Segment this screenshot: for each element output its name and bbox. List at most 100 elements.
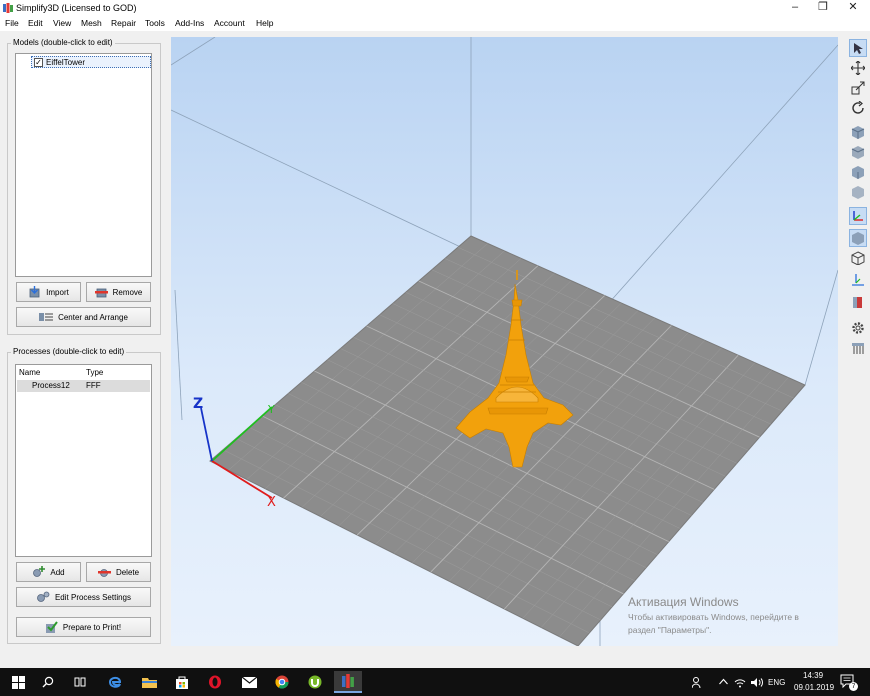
z-axis-label: Z xyxy=(193,396,203,412)
delete-gears-icon xyxy=(97,569,111,577)
simplify3d-logo-icon xyxy=(3,3,13,13)
view-iso-button[interactable] xyxy=(849,123,867,141)
view-side-icon xyxy=(852,166,864,179)
language-indicator[interactable]: ENG xyxy=(768,678,785,687)
simplify3d-app-icon xyxy=(342,674,354,688)
column-header-type[interactable]: Type xyxy=(86,368,103,377)
edge-icon xyxy=(108,676,122,688)
edit-process-settings-button[interactable]: Edit Process Settings xyxy=(16,587,151,607)
delete-label: Delete xyxy=(115,567,140,577)
mail-button[interactable] xyxy=(235,671,263,693)
supports-button[interactable] xyxy=(849,339,867,357)
store-bag-icon xyxy=(176,676,188,689)
x-axis-label: X xyxy=(267,495,276,510)
coordinate-tool[interactable] xyxy=(849,271,867,289)
solid-view-icon xyxy=(852,232,864,245)
delete-process-button[interactable]: Delete xyxy=(86,562,151,582)
list-item[interactable]: ✓ EiffelTower xyxy=(31,56,151,68)
add-label: Add xyxy=(50,567,65,577)
menu-tools[interactable]: Tools xyxy=(145,18,165,28)
clock-time[interactable]: 14:39 xyxy=(803,671,823,680)
utorrent-button[interactable] xyxy=(301,671,329,693)
start-button[interactable] xyxy=(4,671,32,693)
file-explorer-button[interactable] xyxy=(135,671,163,693)
center-and-arrange-button[interactable]: Center and Arrange xyxy=(16,307,151,327)
remove-icon xyxy=(94,288,108,298)
restore-button[interactable]: ❐ xyxy=(808,0,838,17)
view-iso-icon xyxy=(851,126,865,139)
move-tool[interactable] xyxy=(849,59,867,77)
scene-svg[interactable]: Z X Y xyxy=(171,37,838,646)
menu-add-ins[interactable]: Add-Ins xyxy=(175,18,204,28)
view-front-icon xyxy=(851,146,865,159)
rotate-icon xyxy=(852,101,864,114)
people-icon[interactable] xyxy=(692,677,704,688)
scale-tool[interactable] xyxy=(849,79,867,97)
center-and-arrange-label: Center and Arrange xyxy=(58,312,128,322)
windows-logo-icon xyxy=(11,675,25,689)
menu-help[interactable]: Help xyxy=(256,18,273,28)
menu-file[interactable]: File xyxy=(5,18,19,28)
opera-button[interactable] xyxy=(201,671,229,693)
center-arrange-icon xyxy=(39,313,54,321)
windows-activation-line3: раздел "Параметры". xyxy=(628,625,712,635)
model-checkbox[interactable]: ✓ xyxy=(34,58,43,67)
windows-taskbar: ENG 14:39 09.01.2019 7 xyxy=(0,668,870,696)
3d-viewport[interactable]: Z X Y Активация Windows Чтобы активирова… xyxy=(171,37,838,646)
wireframe-view-toggle[interactable] xyxy=(849,249,867,267)
chrome-button[interactable] xyxy=(268,671,296,693)
add-gears-icon xyxy=(33,566,46,577)
prepare-to-print-label: Prepare to Print! xyxy=(62,622,122,632)
axes-icon xyxy=(853,211,863,221)
view-front-button[interactable] xyxy=(849,143,867,161)
task-view-button[interactable] xyxy=(66,671,94,693)
select-tool[interactable] xyxy=(849,39,867,57)
models-list[interactable]: ✓ EiffelTower xyxy=(15,53,152,277)
minimize-button[interactable]: – xyxy=(780,0,810,17)
import-button[interactable]: Import xyxy=(16,282,81,302)
edit-process-settings-label: Edit Process Settings xyxy=(54,592,132,602)
select-arrow-icon xyxy=(854,43,863,54)
wifi-icon[interactable] xyxy=(734,677,746,688)
menu-bar: File Edit View Mesh Repair Tools Add-Ins… xyxy=(0,17,870,31)
import-label: Import xyxy=(46,287,69,297)
gears-icon xyxy=(37,591,50,602)
cross-section-icon xyxy=(853,297,862,308)
rotate-tool[interactable] xyxy=(849,99,867,117)
processes-list[interactable]: Name Type Process12 FFF xyxy=(15,364,152,557)
search-button[interactable] xyxy=(34,671,62,693)
menu-edit[interactable]: Edit xyxy=(28,18,43,28)
store-button[interactable] xyxy=(168,671,196,693)
add-process-button[interactable]: Add xyxy=(16,562,81,582)
volume-icon[interactable] xyxy=(751,677,764,688)
chevron-up-icon[interactable] xyxy=(719,678,728,685)
close-button[interactable]: ✕ xyxy=(838,0,868,17)
settings-button[interactable] xyxy=(849,319,867,337)
y-axis-label: Y xyxy=(267,403,275,416)
remove-button[interactable]: Remove xyxy=(86,282,151,302)
view-side-button[interactable] xyxy=(849,163,867,181)
cross-section-tool[interactable] xyxy=(849,293,867,311)
view-top-button[interactable] xyxy=(849,183,867,201)
solid-view-toggle[interactable] xyxy=(849,229,867,247)
axes-toggle[interactable] xyxy=(849,207,867,225)
notification-center-button[interactable]: 7 xyxy=(840,674,858,691)
menu-mesh[interactable]: Mesh xyxy=(81,18,102,28)
notification-count-badge: 7 xyxy=(849,682,858,691)
table-row[interactable]: Process12 FFF xyxy=(17,380,150,392)
prepare-to-print-button[interactable]: Prepare to Print! xyxy=(16,617,151,637)
edge-button[interactable] xyxy=(101,671,129,693)
windows-activation-title: Активация Windows xyxy=(628,595,739,609)
menu-repair[interactable]: Repair xyxy=(111,18,136,28)
scale-icon xyxy=(851,81,865,95)
folder-icon xyxy=(141,678,157,688)
mail-icon xyxy=(241,676,257,688)
clock-date[interactable]: 09.01.2019 xyxy=(794,683,834,692)
column-header-name[interactable]: Name xyxy=(19,368,40,377)
window-title: Simplify3D (Licensed to GOD) xyxy=(16,3,137,13)
process-name: Process12 xyxy=(32,381,70,390)
search-icon xyxy=(42,676,54,688)
simplify3d-taskbar-button[interactable] xyxy=(334,671,362,693)
menu-account[interactable]: Account xyxy=(214,18,245,28)
menu-view[interactable]: View xyxy=(53,18,71,28)
